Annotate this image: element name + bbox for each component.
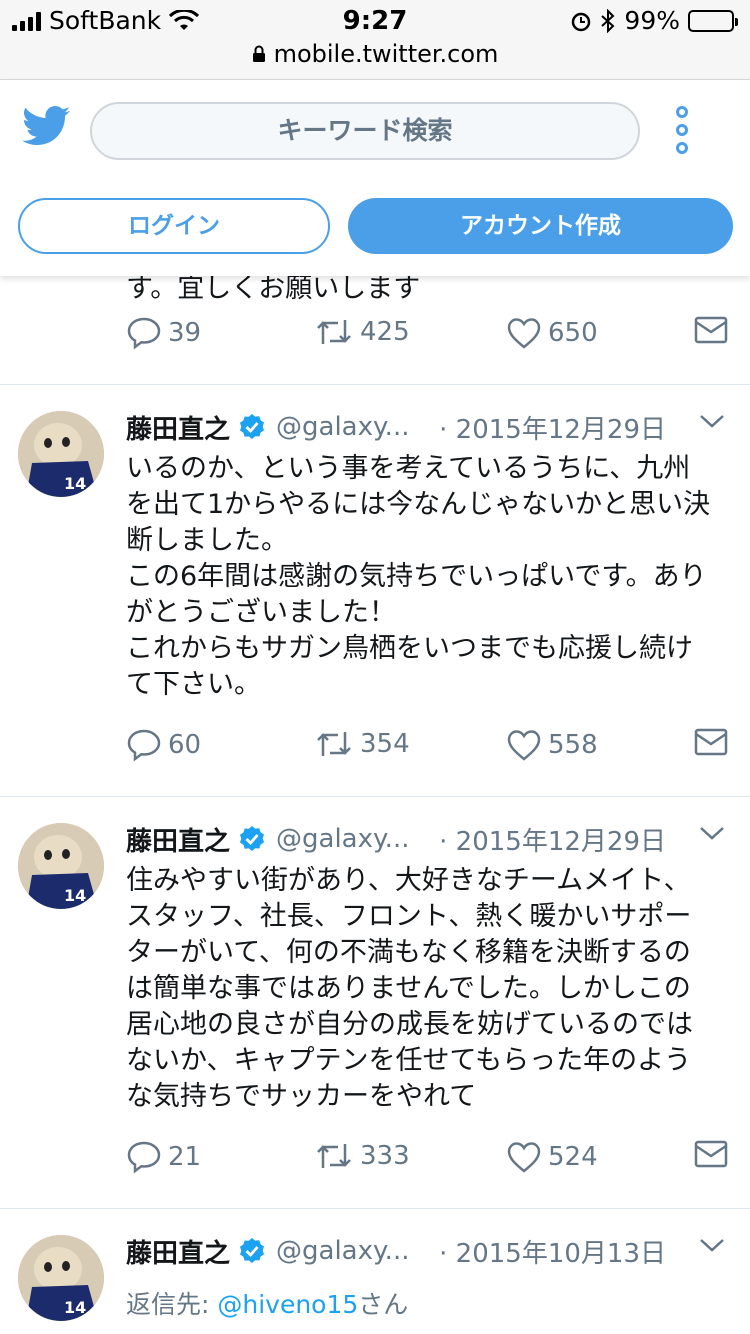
like-button[interactable]: 524 (506, 1140, 598, 1174)
reply-context: 返信先: @hiveno15さん (126, 1285, 408, 1321)
login-button[interactable]: ログイン (18, 198, 330, 254)
verified-badge-icon (240, 826, 265, 851)
retweet-button[interactable]: 333 (314, 1140, 410, 1172)
tweet-line: 住みやすい街があり、大好きなチームメイト、 (126, 865, 691, 896)
tweet-text: いるのか、という事を考えているうちに、九州 を出て1からやるには今なんじゃないか… (126, 451, 726, 703)
envelope-icon (694, 316, 728, 344)
retweet-count: 354 (360, 729, 410, 759)
battery-percent: 99% (624, 6, 680, 35)
tweet-actions: 39 425 650 (126, 316, 732, 356)
chevron-down-icon[interactable] (698, 411, 726, 431)
tweet[interactable]: 14 藤田直之 @galaxy... · 2015年12月29日 住みやすい街が… (0, 797, 750, 1209)
reply-icon (127, 317, 161, 350)
tweet-line: がとうございました！ (126, 597, 396, 628)
heart-icon (507, 1142, 541, 1173)
tweet-header: 藤田直之 @galaxy... · 2015年12月29日 (126, 407, 732, 447)
reply-count: 21 (168, 1142, 202, 1172)
reply-suffix: さん (358, 1290, 409, 1319)
like-button[interactable]: 558 (506, 728, 598, 762)
author-name[interactable]: 藤田直之 (126, 821, 230, 858)
reply-count: 39 (168, 318, 202, 348)
tweet-date[interactable]: · 2015年10月13日 (439, 1233, 666, 1270)
tweet-line: て下さい。 (126, 669, 261, 700)
message-button[interactable] (694, 1140, 728, 1168)
tweet-text: 住みやすい街があり、大好きなチームメイト、 スタッフ、社長、フロント、熱く暖かい… (126, 863, 726, 1115)
reply-button[interactable]: 21 (126, 1140, 201, 1174)
reply-icon (127, 1141, 161, 1174)
message-button[interactable] (694, 728, 728, 756)
reply-count: 60 (168, 730, 202, 760)
tweet-line: を出て1からやるには今なんじゃないかと思い決 (126, 489, 711, 520)
message-button[interactable] (694, 316, 728, 344)
more-menu-icon[interactable] (676, 106, 688, 154)
status-bar: SoftBank 9:27 99% mobile.twitter.com (0, 0, 750, 80)
retweet-icon (317, 1144, 351, 1168)
tweet-header: 藤田直之 @galaxy... · 2015年12月29日 (126, 819, 732, 859)
tweet-line: は簡単な事ではありませんでした。しかしこの (126, 973, 691, 1004)
author-name[interactable]: 藤田直之 (126, 409, 230, 446)
author-name[interactable]: 藤田直之 (126, 1233, 230, 1270)
twitter-bird-icon[interactable] (22, 106, 70, 146)
like-count: 558 (548, 730, 598, 760)
tweet[interactable]: 14 藤田直之 @galaxy... · 2015年10月13日 返信先: @h… (0, 1209, 750, 1334)
like-button[interactable]: 650 (506, 316, 598, 350)
retweet-count: 333 (360, 1141, 410, 1171)
avatar[interactable]: 14 (18, 1235, 104, 1321)
tweet-header: 藤田直之 @galaxy... · 2015年10月13日 (126, 1231, 732, 1271)
tweet-line: な気持ちでサッカーをやれて (126, 1081, 477, 1112)
tweet-date[interactable]: · 2015年12月29日 (439, 409, 666, 446)
retweet-button[interactable]: 354 (314, 728, 410, 760)
svg-text:14: 14 (64, 886, 86, 905)
like-count: 524 (548, 1142, 598, 1172)
chevron-down-icon[interactable] (698, 823, 726, 843)
envelope-icon (694, 728, 728, 756)
tweet-line: ターがいて、何の不満もなく移籍を決断するの (126, 937, 691, 968)
tweet-actions: 21 333 524 (126, 1140, 732, 1180)
app-header: キーワード検索 ログイン アカウント作成 (0, 80, 750, 276)
tweet-line: いるのか、という事を考えているうちに、九州 (126, 453, 691, 484)
retweet-count: 425 (360, 317, 410, 347)
author-handle[interactable]: @galaxy... (276, 412, 409, 442)
tweet-date[interactable]: · 2015年12月29日 (439, 821, 666, 858)
signup-button[interactable]: アカウント作成 (348, 198, 733, 254)
search-input[interactable]: キーワード検索 (90, 102, 640, 160)
bluetooth-icon (601, 8, 615, 33)
reply-icon (127, 729, 161, 762)
url-text: mobile.twitter.com (273, 40, 499, 68)
chevron-down-icon[interactable] (698, 1235, 726, 1255)
retweet-icon (317, 320, 351, 344)
timeline: す。宜しくお願いします 39 425 650 14 藤田直之 @galaxy..… (0, 256, 750, 1334)
tweet-line: ないか、キャプテンを任せてもらった年のよう (126, 1045, 692, 1076)
status-right: 99% (570, 6, 738, 35)
tweet-actions: 60 354 558 (126, 728, 732, 768)
lock-icon (252, 45, 265, 62)
envelope-icon (694, 1140, 728, 1168)
reply-button[interactable]: 60 (126, 728, 201, 762)
heart-icon (507, 730, 541, 761)
author-handle[interactable]: @galaxy... (276, 1236, 409, 1266)
svg-text:14: 14 (64, 1298, 86, 1317)
reply-button[interactable]: 39 (126, 316, 201, 350)
tweet-line: この6年間は感謝の気持ちでいっぱいです。あり (126, 561, 707, 592)
retweet-button[interactable]: 425 (314, 316, 410, 348)
tweet-line: スタッフ、社長、フロント、熱く暖かいサポー (126, 901, 692, 932)
tweet-line: 断しました。 (126, 525, 288, 556)
tweet[interactable]: 14 藤田直之 @galaxy... · 2015年12月29日 いるのか、とい… (0, 385, 750, 797)
retweet-icon (317, 732, 351, 756)
svg-text:14: 14 (64, 474, 86, 493)
alarm-icon (572, 12, 591, 31)
heart-icon (507, 318, 541, 349)
like-count: 650 (548, 318, 598, 348)
reply-prefix: 返信先: (126, 1290, 218, 1319)
verified-badge-icon (240, 1238, 265, 1263)
address-bar[interactable]: mobile.twitter.com (0, 40, 750, 68)
avatar[interactable]: 14 (18, 823, 104, 909)
tweet-line: 居心地の良さが自分の成長を妨げているのでは (126, 1009, 693, 1040)
avatar[interactable]: 14 (18, 411, 104, 497)
verified-badge-icon (240, 414, 265, 439)
battery-icon (688, 9, 738, 32)
tweet-line: これからもサガン鳥栖をいつまでも応援し続け (126, 633, 693, 664)
reply-user-link[interactable]: @hiveno15 (217, 1290, 358, 1319)
author-handle[interactable]: @galaxy... (276, 824, 409, 854)
